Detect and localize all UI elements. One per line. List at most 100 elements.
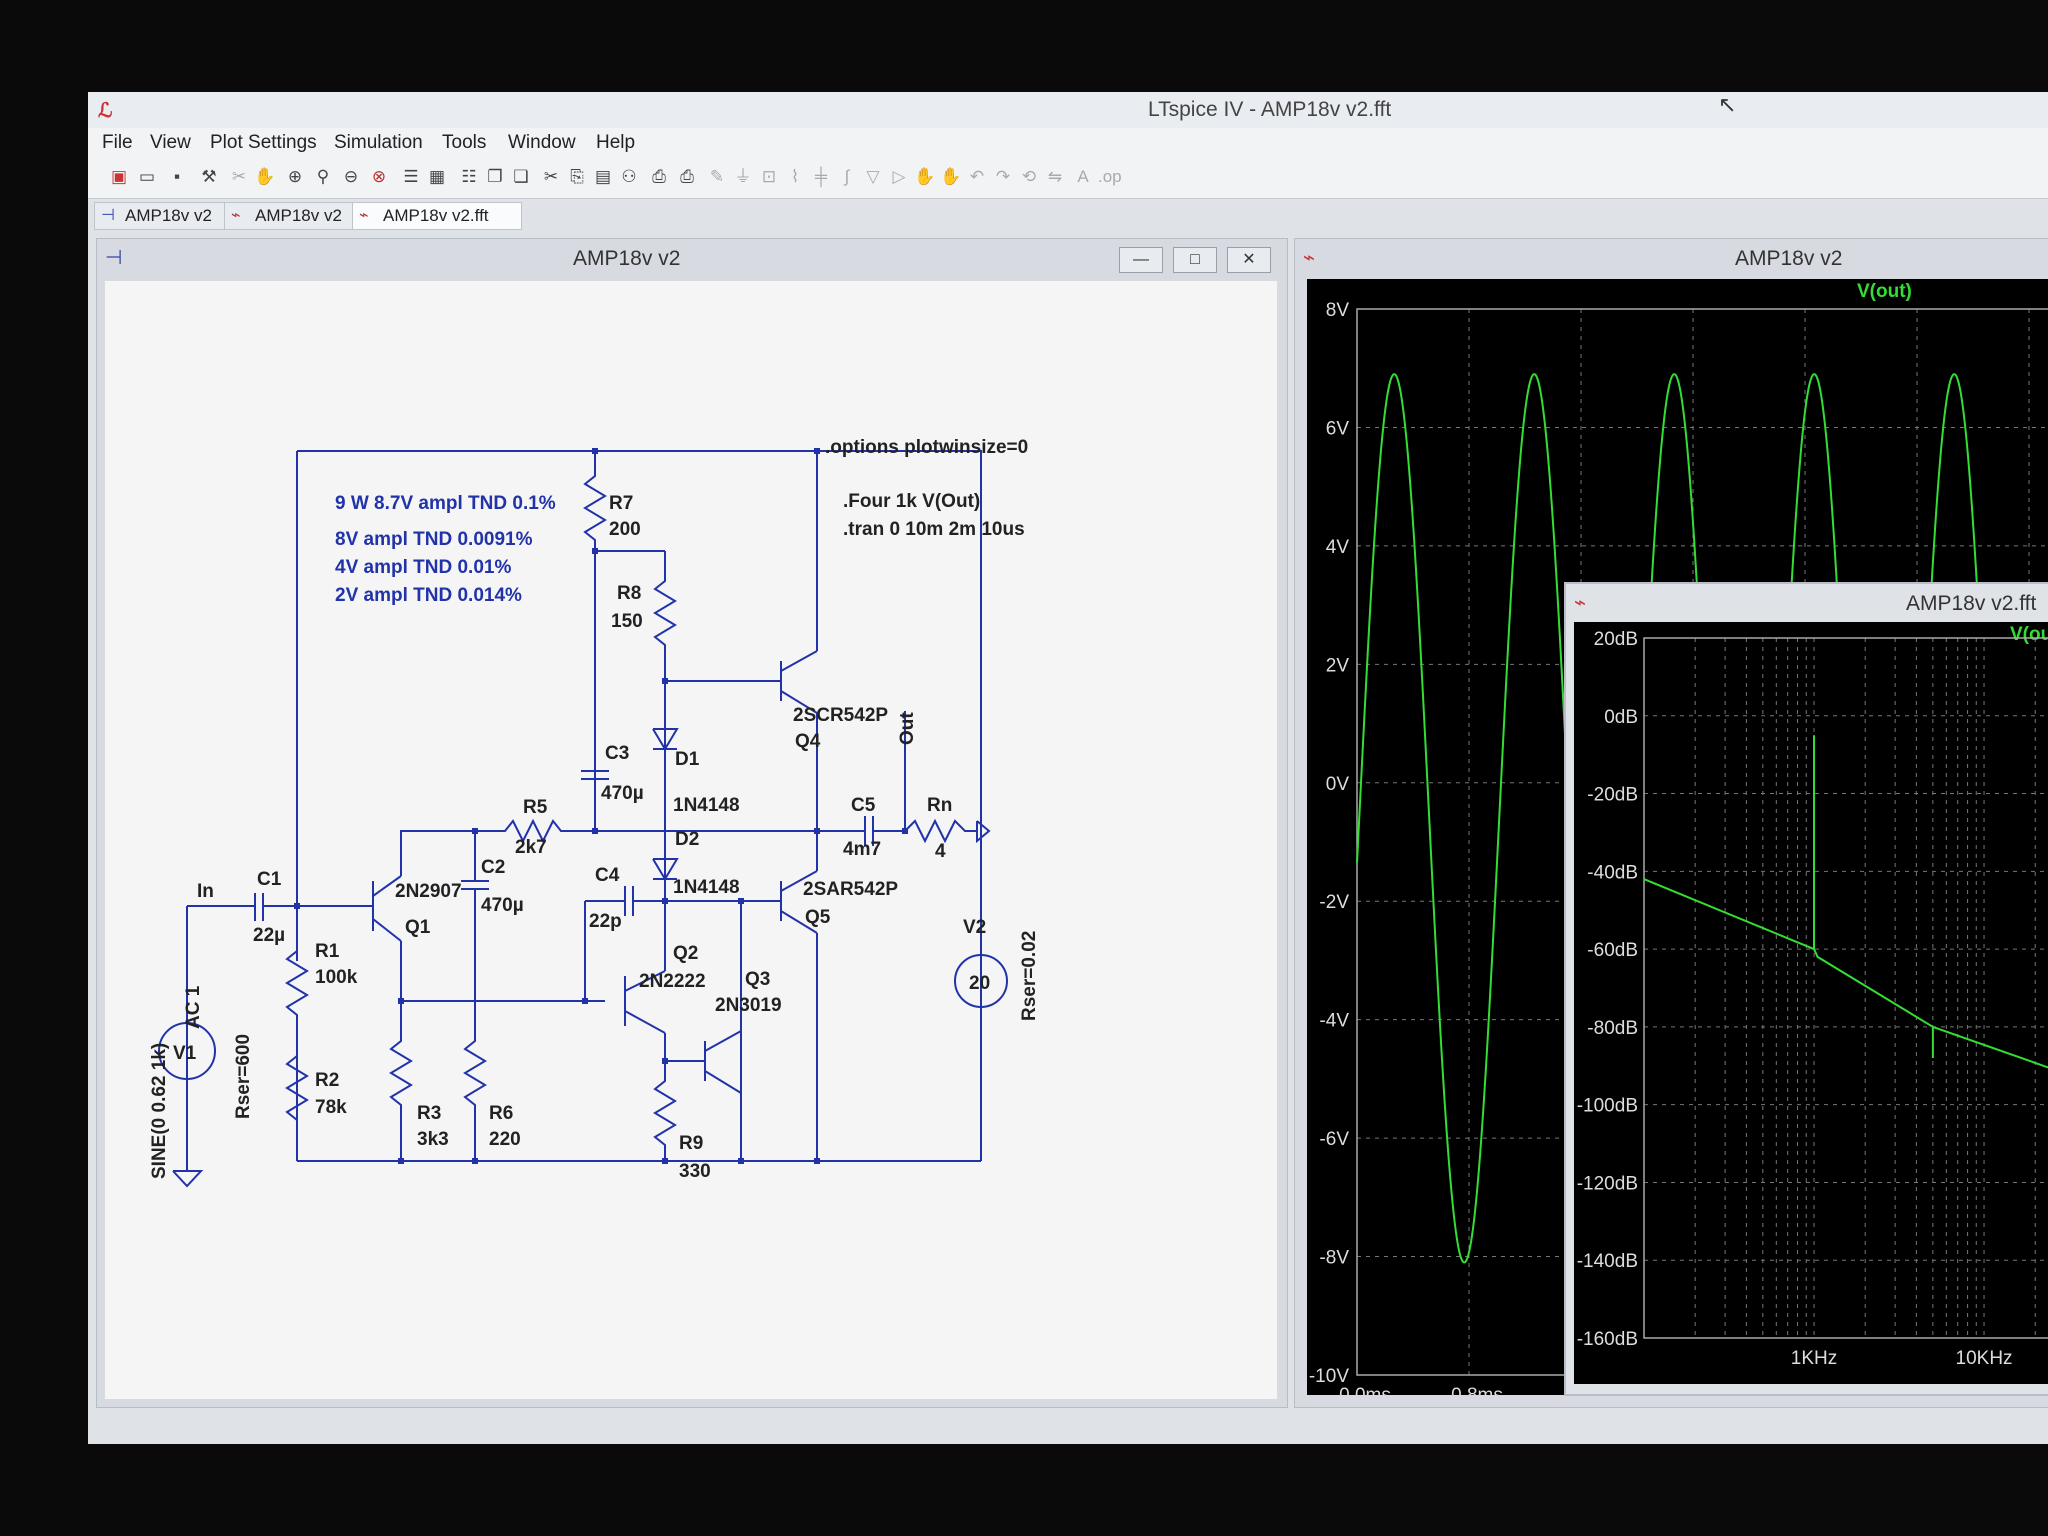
menu-help[interactable]: Help [596, 132, 635, 154]
save-icon[interactable]: ▪ [166, 166, 188, 188]
new-schematic-icon[interactable]: ▣ [108, 166, 130, 188]
fft-x-tick-label: 10KHz [1956, 1348, 2013, 1369]
label-rn-value: 4 [935, 841, 946, 862]
menu-tools[interactable]: Tools [442, 132, 486, 154]
menu-simulation[interactable]: Simulation [334, 132, 423, 154]
run-icon[interactable]: ✂ [228, 166, 250, 188]
tab-fft[interactable]: ⌁ AMP18v v2.fft [352, 202, 522, 230]
find-icon[interactable]: ⚇ [618, 166, 640, 188]
control-panel-icon[interactable]: ⚒ [198, 166, 220, 188]
fft-title-bar: ⌁ AMP18v v2.fft [1566, 584, 2048, 620]
close-button[interactable]: ✕ [1227, 247, 1271, 273]
label-r6-value: 220 [489, 1129, 521, 1150]
zoom-fit-icon[interactable]: ⊗ [368, 166, 390, 188]
fft-y-tick-label: -20dB [1587, 785, 1638, 806]
maximize-button[interactable]: □ [1173, 247, 1217, 273]
waveform-title: AMP18v v2 [1735, 247, 1843, 270]
menu-file[interactable]: File [102, 132, 133, 154]
trace-label[interactable]: V(out) [1857, 281, 1912, 302]
schematic-canvas[interactable]: 9 W 8.7V ampl TND 0.1% 8V ampl TND 0.009… [105, 281, 1277, 1399]
label-c5: C5 [851, 795, 876, 816]
pan-icon[interactable]: ✋ [254, 166, 276, 188]
directive-plotwinsize[interactable]: .options plotwinsize=0 [825, 437, 1028, 458]
diode-icon[interactable]: ▽ [862, 166, 884, 188]
move-icon[interactable]: ✋ [914, 166, 936, 188]
resistor-icon[interactable]: ⌇ [784, 166, 806, 188]
y-tick-label: 4V [1326, 537, 1350, 558]
label-rn: Rn [927, 795, 952, 816]
label-q5-value: 2SAR542P [803, 879, 898, 900]
label-d1-value: 1N4148 [673, 795, 740, 816]
paste-icon[interactable]: ▤ [592, 166, 614, 188]
mirror-icon[interactable]: ⇋ [1044, 166, 1066, 188]
fft-y-tick-label: -40dB [1587, 862, 1638, 883]
r7-symbol [583, 451, 607, 551]
note-line-1: 9 W 8.7V ampl TND 0.1% [335, 493, 556, 514]
schematic-icon: ⊣ [105, 247, 123, 269]
undo-icon[interactable]: ↶ [966, 166, 988, 188]
open-icon[interactable]: ▭ [136, 166, 158, 188]
inductor-icon[interactable]: ∫ [836, 166, 858, 188]
label-c2: C2 [481, 857, 505, 878]
label-r3: R3 [417, 1103, 441, 1124]
cut-icon[interactable]: ✂ [540, 166, 562, 188]
ground-symbol [172, 1170, 204, 1188]
toolbar: ▣ ▭ ▪ ⚒ ✂ ✋ ⊕ ⚲ ⊖ ⊗ ☰ ▦ ☷ ❐ ❏ ✂ ⎘ ▤ ⚇ ⎙ … [88, 158, 2048, 199]
print-preview-icon[interactable]: ⎙ [676, 166, 698, 188]
label-r1: R1 [315, 941, 340, 962]
ground-icon[interactable]: ⏚ [732, 166, 754, 188]
menu-plot-settings[interactable]: Plot Settings [210, 132, 317, 154]
label-icon[interactable]: ⊡ [758, 166, 780, 188]
label-q2-value: 2N2222 [639, 971, 706, 992]
label-v1-ac: AC 1 [183, 985, 204, 1029]
zoom-out-icon[interactable]: ⊖ [340, 166, 362, 188]
capacitor-icon[interactable]: ╪ [810, 166, 832, 188]
label-r3-value: 3k3 [417, 1129, 449, 1150]
fft-trace-label[interactable]: V(out) [2010, 624, 2048, 645]
cascade-icon[interactable]: ❐ [484, 166, 506, 188]
component-icon[interactable]: ▷ [888, 166, 910, 188]
label-r7: R7 [609, 493, 633, 514]
y-tick-label: -4V [1319, 1011, 1349, 1032]
monitor-frame: ℒ LTspice IV - AMP18v v2.fft File View P… [0, 0, 2048, 1536]
fft-plot-area[interactable]: V(out) 20dB 0dB -20dB -40dB -60dB -80dB -100dB… [1574, 622, 2048, 1384]
tab-schematic[interactable]: ⊣ AMP18v v2 [94, 202, 234, 230]
zoom-area-icon[interactable]: ⚲ [312, 166, 334, 188]
minimize-button[interactable]: — [1119, 247, 1163, 273]
print-icon[interactable]: ⎙ [648, 166, 670, 188]
zoom-in-icon[interactable]: ⊕ [284, 166, 306, 188]
rotate-icon[interactable]: ⟲ [1018, 166, 1040, 188]
label-c3: C3 [605, 743, 629, 764]
label-c4: C4 [595, 865, 620, 886]
grid-icon[interactable]: ▦ [426, 166, 448, 188]
label-r1-value: 100k [315, 967, 358, 988]
y-tick-label: 2V [1326, 655, 1350, 676]
y-tick-label: -10V [1309, 1366, 1349, 1387]
note-line-2: 8V ampl TND 0.0091% [335, 529, 533, 550]
fft-y-tick-label: -160dB [1577, 1329, 1638, 1350]
menu-view[interactable]: View [150, 132, 191, 154]
menu-window[interactable]: Window [508, 132, 576, 154]
tab-waveform[interactable]: ⌁ AMP18v v2 [224, 202, 364, 230]
label-c1-value: 22µ [253, 925, 285, 946]
label-q4-value: 2SCR542P [793, 705, 888, 726]
text-icon[interactable]: A [1072, 166, 1094, 188]
fft-window: ⌁ AMP18v v2.fft V(out) 20dB 0dB -20dB -40dB… [1564, 582, 2048, 1396]
directive-tran[interactable]: .tran 0 10m 2m 10us [843, 519, 1025, 540]
schematic-icon: ⊣ [101, 207, 115, 224]
wire-icon[interactable]: ✎ [706, 166, 728, 188]
x-tick-label: 0.0ms [1339, 1385, 1391, 1395]
label-r9: R9 [679, 1133, 703, 1154]
fft-y-tick-label: 20dB [1594, 629, 1638, 650]
tile-vertical-icon[interactable]: ❏ [510, 166, 532, 188]
label-r2-value: 78k [315, 1097, 347, 1118]
drag-icon[interactable]: ✋ [940, 166, 962, 188]
copy-icon[interactable]: ⎘ [566, 166, 588, 188]
tile-horizontal-icon[interactable]: ☷ [458, 166, 480, 188]
ltspice-logo-icon: ℒ [98, 100, 113, 122]
autorange-icon[interactable]: ☰ [400, 166, 422, 188]
spice-directive-icon[interactable]: .op [1098, 166, 1122, 188]
directive-four[interactable]: .Four 1k V(Out) [843, 491, 980, 512]
redo-icon[interactable]: ↷ [992, 166, 1014, 188]
r6-symbol [463, 889, 487, 1161]
